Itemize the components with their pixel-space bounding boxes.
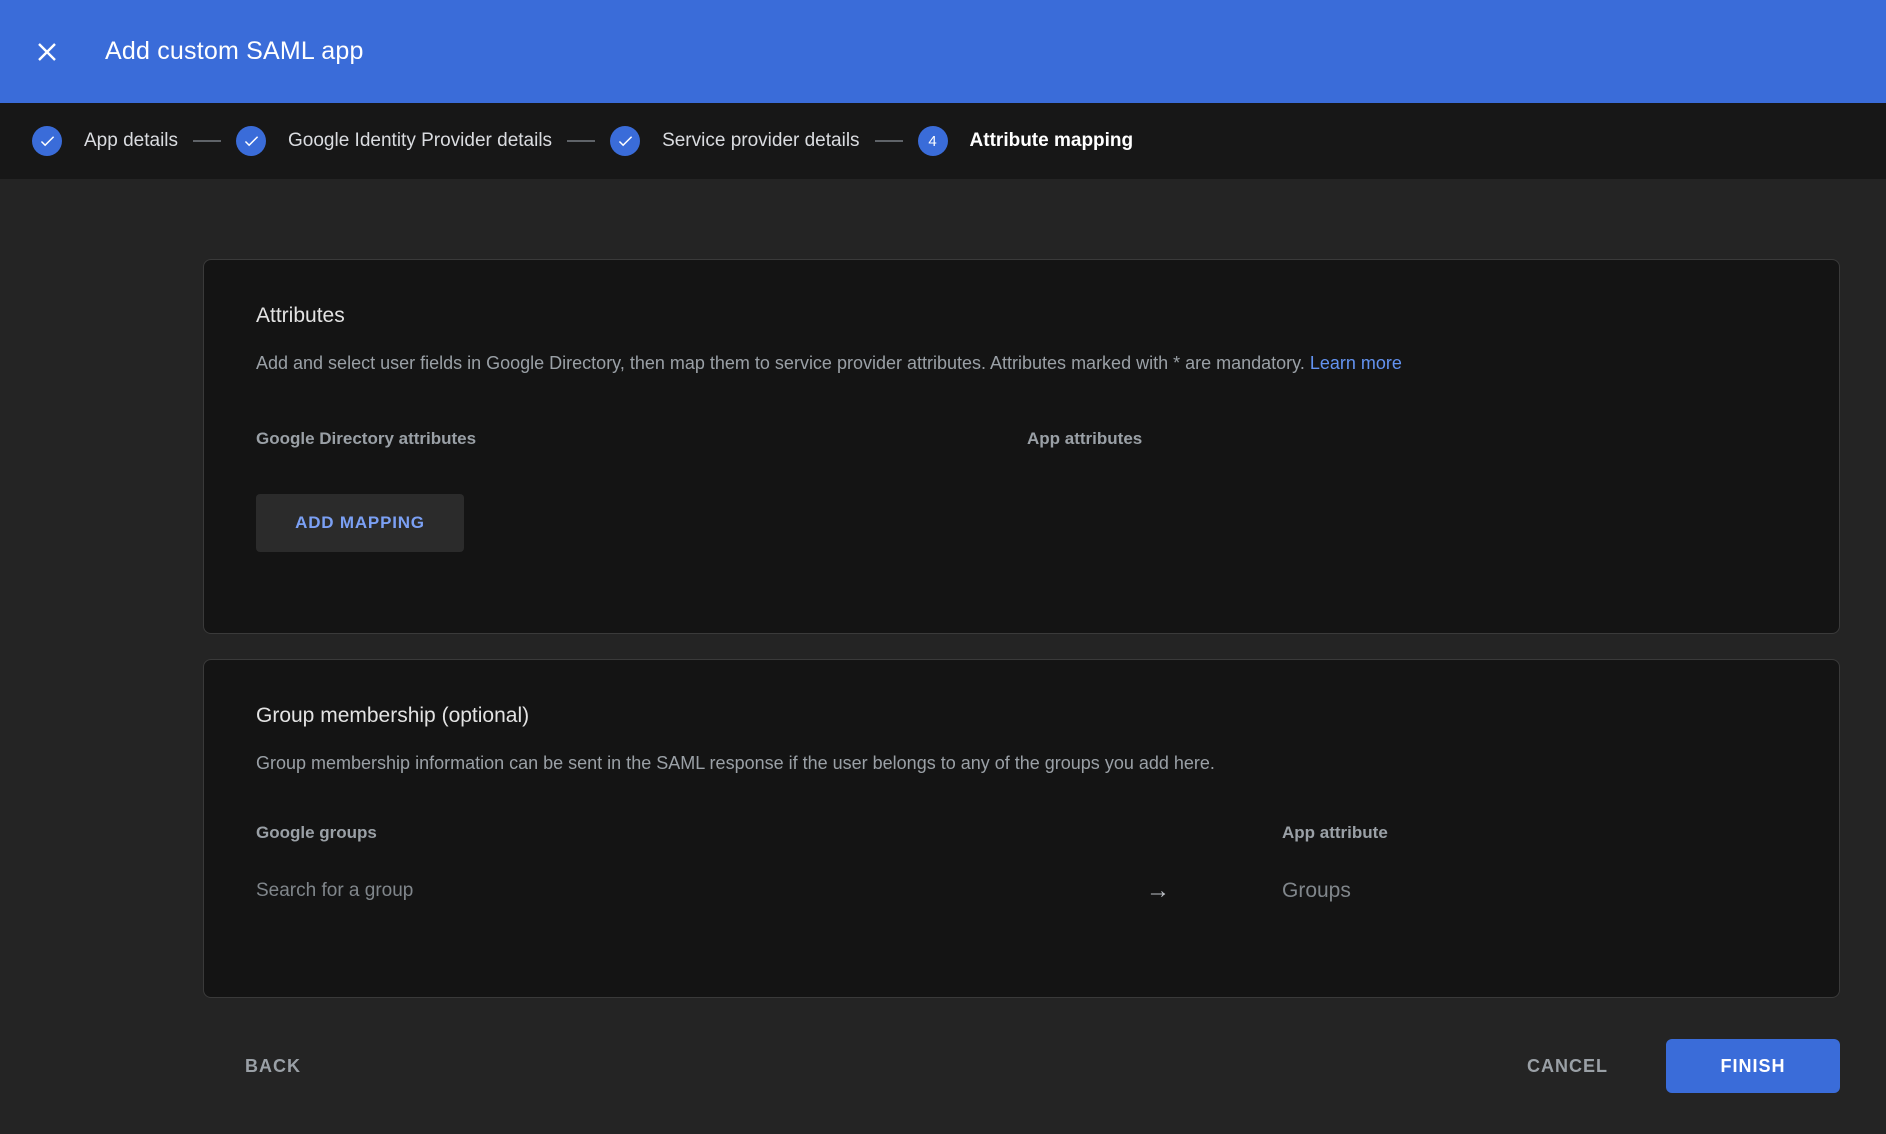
step-label: Service provider details [662,130,859,152]
footer-actions: BACK CANCEL FINISH [245,1039,1840,1093]
group-column-headers: Google groups App attribute [256,823,1787,843]
step-number-circle: 4 [918,126,948,156]
attributes-description-text: Add and select user fields in Google Dir… [256,353,1310,373]
google-directory-attributes-header: Google Directory attributes [256,429,1027,449]
learn-more-link[interactable]: Learn more [1310,353,1402,373]
dialog-header: Add custom SAML app [0,0,1886,103]
attributes-card-description: Add and select user fields in Google Dir… [256,352,1787,375]
cancel-button[interactable]: CANCEL [1527,1056,1608,1077]
step-google-idp-details[interactable]: Google Identity Provider details [236,126,552,156]
attributes-card: Attributes Add and select user fields in… [203,259,1840,634]
step-label: Google Identity Provider details [288,130,552,152]
check-circle-icon [610,126,640,156]
group-membership-card: Group membership (optional) Group member… [203,659,1840,998]
group-membership-description: Group membership information can be sent… [256,752,1787,775]
add-mapping-button[interactable]: ADD MAPPING [256,494,464,552]
app-attributes-header: App attributes [1027,429,1142,449]
step-connector [875,140,903,142]
check-circle-icon [236,126,266,156]
stepper: App details Google Identity Provider det… [0,103,1886,179]
app-attribute-header: App attribute [1282,823,1388,843]
attributes-column-headers: Google Directory attributes App attribut… [256,429,1787,449]
back-button[interactable]: BACK [245,1056,301,1077]
step-label: App details [84,130,178,152]
attributes-card-title: Attributes [256,304,1787,328]
arrow-right-icon: → [1146,877,1282,905]
step-label: Attribute mapping [970,130,1134,152]
step-connector [567,140,595,142]
step-service-provider-details[interactable]: Service provider details [610,126,859,156]
app-attribute-input[interactable] [1282,879,1582,903]
step-app-details[interactable]: App details [32,126,178,156]
finish-button[interactable]: FINISH [1666,1039,1840,1093]
step-connector [193,140,221,142]
step-attribute-mapping[interactable]: 4 Attribute mapping [918,126,1134,156]
group-mapping-row: → [256,877,1787,905]
group-search-input[interactable] [256,880,1146,902]
page-title: Add custom SAML app [105,37,364,66]
group-membership-card-title: Group membership (optional) [256,704,1787,728]
google-groups-header: Google groups [256,823,1282,843]
close-icon[interactable] [33,38,61,66]
check-circle-icon [32,126,62,156]
